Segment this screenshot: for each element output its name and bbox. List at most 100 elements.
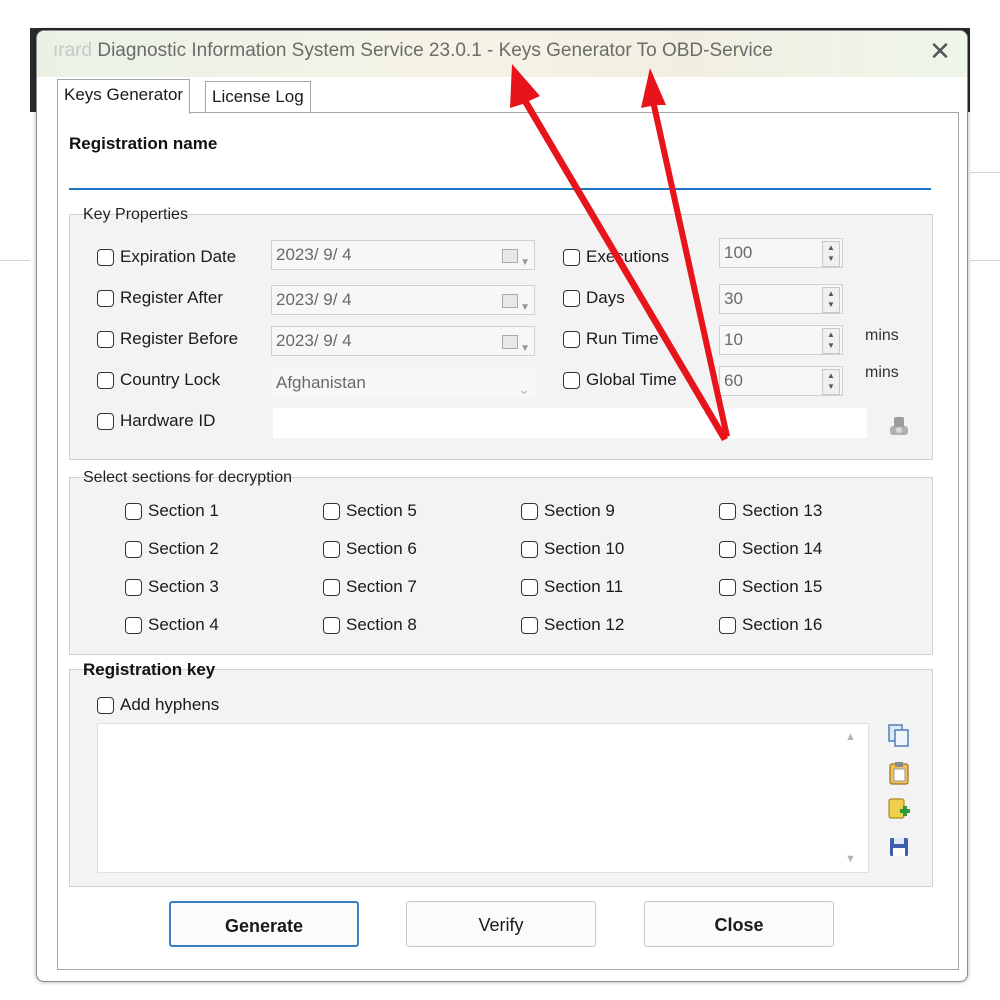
registration-name-input[interactable]	[69, 158, 931, 188]
checkbox-box[interactable]	[719, 502, 736, 520]
checkbox-box[interactable]	[125, 502, 142, 520]
expiration-date-picker[interactable]: 2023/ 9/ 4 ▼	[271, 240, 535, 270]
spinner-arrows-icon[interactable]: ▲ ▼	[822, 328, 840, 354]
checkbox-box[interactable]	[97, 696, 114, 714]
window-title: ırard Diagnostic Information System Serv…	[53, 40, 773, 62]
section-checkbox-12[interactable]: Section 12	[521, 615, 624, 635]
add-hyphens-checkbox[interactable]: Add hyphens	[97, 695, 219, 715]
section-checkbox-4[interactable]: Section 4	[125, 615, 219, 635]
days-checkbox[interactable]: Days	[563, 288, 625, 308]
generate-button[interactable]: Generate	[169, 901, 359, 947]
registration-key-textarea[interactable]	[97, 723, 869, 873]
save-button[interactable]	[885, 833, 913, 861]
section-checkbox-13[interactable]: Section 13	[719, 501, 822, 521]
checkbox-box[interactable]	[97, 248, 114, 266]
scroll-down-icon[interactable]: ▼	[845, 853, 856, 865]
section-label: Section 11	[544, 577, 624, 596]
section-checkbox-3[interactable]: Section 3	[125, 577, 219, 597]
checkbox-box[interactable]	[323, 540, 340, 558]
global-time-label: Global Time	[586, 370, 677, 389]
checkbox-box[interactable]	[521, 540, 538, 558]
section-checkbox-8[interactable]: Section 8	[323, 615, 417, 635]
country-lock-checkbox[interactable]: Country Lock	[97, 370, 220, 390]
checkbox-box[interactable]	[97, 330, 114, 348]
section-checkbox-14[interactable]: Section 14	[719, 539, 822, 559]
global-time-spinner[interactable]: 60 ▲ ▼	[719, 366, 843, 396]
register-before-checkbox[interactable]: Register Before	[97, 329, 238, 349]
close-window-button[interactable]: ✕	[925, 38, 955, 68]
section-checkbox-7[interactable]: Section 7	[323, 577, 417, 597]
checkbox-box[interactable]	[521, 616, 538, 634]
close-button[interactable]: Close	[644, 901, 834, 947]
section-checkbox-6[interactable]: Section 6	[323, 539, 417, 559]
section-label: Section 9	[544, 501, 615, 520]
section-checkbox-5[interactable]: Section 5	[323, 501, 417, 521]
checkbox-box[interactable]	[97, 412, 114, 430]
checkbox-box[interactable]	[125, 540, 142, 558]
section-label: Section 7	[346, 577, 417, 596]
checkbox-box[interactable]	[125, 616, 142, 634]
section-checkbox-1[interactable]: Section 1	[125, 501, 219, 521]
dropdown-arrow-icon: ▼	[520, 343, 530, 354]
checkbox-box[interactable]	[97, 371, 114, 389]
days-spinner[interactable]: 30 ▲ ▼	[719, 284, 843, 314]
title-bar[interactable]: ırard Diagnostic Information System Serv…	[37, 31, 967, 77]
checkbox-box[interactable]	[563, 248, 580, 266]
dropdown-arrow-icon: ▼	[520, 302, 530, 313]
checkbox-box[interactable]	[125, 578, 142, 596]
days-value: 30	[724, 289, 743, 308]
section-label: Section 2	[148, 539, 219, 558]
spinner-arrows-icon[interactable]: ▲ ▼	[822, 287, 840, 313]
register-after-checkbox[interactable]: Register After	[97, 288, 223, 308]
checkbox-box[interactable]	[563, 371, 580, 389]
checkbox-box[interactable]	[323, 502, 340, 520]
spinner-arrows-icon[interactable]: ▲ ▼	[822, 241, 840, 267]
run-time-checkbox[interactable]: Run Time	[563, 329, 659, 349]
keys-generator-window: ırard Diagnostic Information System Serv…	[36, 30, 968, 982]
country-select[interactable]: Afghanistan ⌄	[271, 368, 535, 398]
checkbox-box[interactable]	[563, 289, 580, 307]
scroll-up-icon[interactable]: ▲	[845, 731, 856, 743]
tab-license-log[interactable]: License Log	[205, 81, 311, 112]
add-button[interactable]	[885, 795, 913, 823]
paste-button[interactable]	[885, 759, 913, 787]
global-time-checkbox[interactable]: Global Time	[563, 370, 677, 390]
checkbox-box[interactable]	[563, 330, 580, 348]
executions-checkbox[interactable]: Executions	[563, 247, 669, 267]
checkbox-box[interactable]	[323, 578, 340, 596]
spinner-arrows-icon[interactable]: ▲ ▼	[822, 369, 840, 395]
section-checkbox-2[interactable]: Section 2	[125, 539, 219, 559]
floppy-disk-icon	[890, 838, 908, 856]
checkbox-box[interactable]	[719, 540, 736, 558]
section-checkbox-16[interactable]: Section 16	[719, 615, 822, 635]
section-checkbox-9[interactable]: Section 9	[521, 501, 615, 521]
expiration-date-checkbox[interactable]: Expiration Date	[97, 247, 236, 267]
section-label: Section 3	[148, 577, 219, 596]
hardware-id-checkbox[interactable]: Hardware ID	[97, 411, 215, 431]
tab-keys-generator[interactable]: Keys Generator	[57, 79, 191, 114]
checkbox-box[interactable]	[521, 578, 538, 596]
section-checkbox-15[interactable]: Section 15	[719, 577, 822, 597]
register-before-picker[interactable]: 2023/ 9/ 4 ▼	[271, 326, 535, 356]
hardware-icon-button[interactable]	[885, 412, 913, 440]
hardware-id-input[interactable]	[273, 408, 867, 438]
checkbox-box[interactable]	[719, 616, 736, 634]
executions-spinner[interactable]: 100 ▲ ▼	[719, 238, 843, 268]
section-checkbox-11[interactable]: Section 11	[521, 577, 623, 597]
country-lock-label: Country Lock	[120, 370, 221, 389]
checkbox-box[interactable]	[323, 616, 340, 634]
section-label: Section 13	[742, 501, 823, 520]
background-line	[970, 172, 1000, 173]
global-time-units: mins	[865, 364, 899, 381]
checkbox-box[interactable]	[97, 289, 114, 307]
register-after-picker[interactable]: 2023/ 9/ 4 ▼	[271, 285, 535, 315]
background-line	[0, 260, 30, 261]
section-label: Section 12	[544, 615, 625, 634]
checkbox-box[interactable]	[521, 502, 538, 520]
expiration-date-label: Expiration Date	[120, 247, 237, 266]
verify-button[interactable]: Verify	[406, 901, 596, 947]
section-checkbox-10[interactable]: Section 10	[521, 539, 624, 559]
run-time-spinner[interactable]: 10 ▲ ▼	[719, 325, 843, 355]
copy-button[interactable]	[885, 721, 913, 749]
checkbox-box[interactable]	[719, 578, 736, 596]
